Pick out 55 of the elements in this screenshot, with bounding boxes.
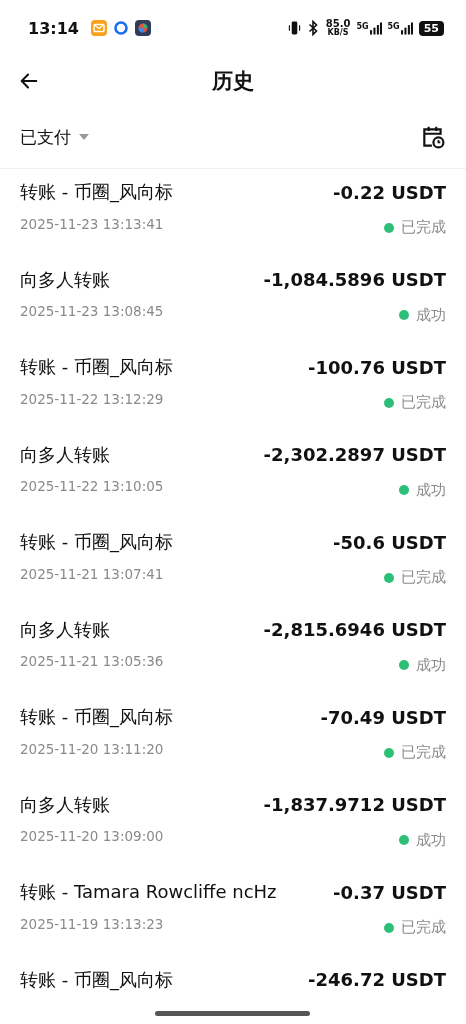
- calendar-clock-icon[interactable]: [420, 124, 446, 150]
- network-speed: 85.0: [325, 19, 351, 29]
- transaction-amount: -100.76 USDT: [308, 356, 446, 378]
- vibrate-icon: [287, 20, 301, 36]
- transaction-date: 2025-11-20 13:11:20: [20, 740, 164, 757]
- gallery-app-icon: [134, 20, 151, 36]
- transaction-title[interactable]: 转账 - 币圈_风向标: [20, 705, 173, 729]
- transaction-date: 2025-11-21 13:05:36: [20, 653, 164, 669]
- transaction-date: 2025-11-22 13:10:05: [20, 478, 164, 494]
- transaction-amount: -0.22 USDT: [333, 181, 446, 203]
- transaction-date: 2025-11-20 13:09:00: [20, 828, 164, 844]
- transaction-title[interactable]: 转账 - 币圈_风向标: [20, 530, 173, 554]
- transaction-status: 已完成: [401, 393, 446, 412]
- caret-icon: [79, 134, 89, 140]
- transaction-amount: -1,084.5896 USDT: [263, 269, 446, 290]
- ring-app-icon: [112, 20, 129, 36]
- transaction-date: 2025-11-19 13:13:23: [20, 915, 164, 932]
- transaction-status: 成功: [416, 830, 446, 850]
- signal-icon: [369, 21, 382, 35]
- transaction-date: 2025-11-22 13:12:29: [20, 390, 164, 407]
- transaction-status: 成功: [416, 655, 446, 675]
- battery-level: 55: [418, 20, 444, 36]
- transaction-amount: -1,837.9712 USDT: [263, 794, 446, 815]
- transaction-title[interactable]: 向多人转账: [20, 792, 110, 817]
- transaction-title[interactable]: 转账 - 币圈_风向标: [20, 180, 173, 204]
- transaction-amount: -2,815.6946 USDT: [263, 619, 446, 640]
- transaction-amount: -0.37 USDT: [333, 881, 446, 903]
- transaction-date: 2025-11-21 13:07:41: [20, 565, 164, 582]
- transaction-status: 已完成: [401, 743, 446, 762]
- network-type: 5G: [356, 21, 369, 31]
- transaction-amount: -2,302.2897 USDT: [263, 444, 446, 465]
- network-type: 5G: [387, 21, 400, 31]
- transaction-status: 已完成: [401, 218, 446, 237]
- status-time: 13:14: [28, 18, 79, 38]
- transaction-status: 成功: [416, 305, 446, 325]
- transaction-amount: -50.6 USDT: [333, 531, 446, 553]
- transaction-title[interactable]: 转账 - 币圈_风向标: [20, 355, 173, 379]
- transaction-date: 2025-11-23 13:08:45: [20, 303, 164, 319]
- transaction-status: 已完成: [401, 918, 446, 937]
- transaction-date: 2025-11-23 13:13:41: [20, 215, 164, 232]
- transaction-title[interactable]: 向多人转账: [20, 617, 110, 642]
- transaction-title[interactable]: 转账 - Tamara Rowcliffe ncHz: [20, 880, 277, 904]
- signal-icon: [400, 21, 413, 35]
- transaction-title[interactable]: 向多人转账: [20, 442, 110, 467]
- transaction-title[interactable]: 转账 - 币圈_风向标: [20, 967, 173, 992]
- transaction-status: 成功: [416, 480, 446, 500]
- transaction-amount: -246.72 USDT: [308, 969, 446, 990]
- bluetooth-icon: [306, 20, 320, 36]
- transaction-status: 已完成: [401, 568, 446, 587]
- network-speed-unit: KB/S: [327, 29, 349, 37]
- transaction-title[interactable]: 向多人转账: [20, 267, 110, 292]
- page-title: 历史: [212, 68, 254, 95]
- transaction-amount: -70.49 USDT: [320, 706, 446, 728]
- mail-app-icon: [90, 20, 107, 36]
- status-filter-dropdown[interactable]: 已支付: [20, 125, 89, 149]
